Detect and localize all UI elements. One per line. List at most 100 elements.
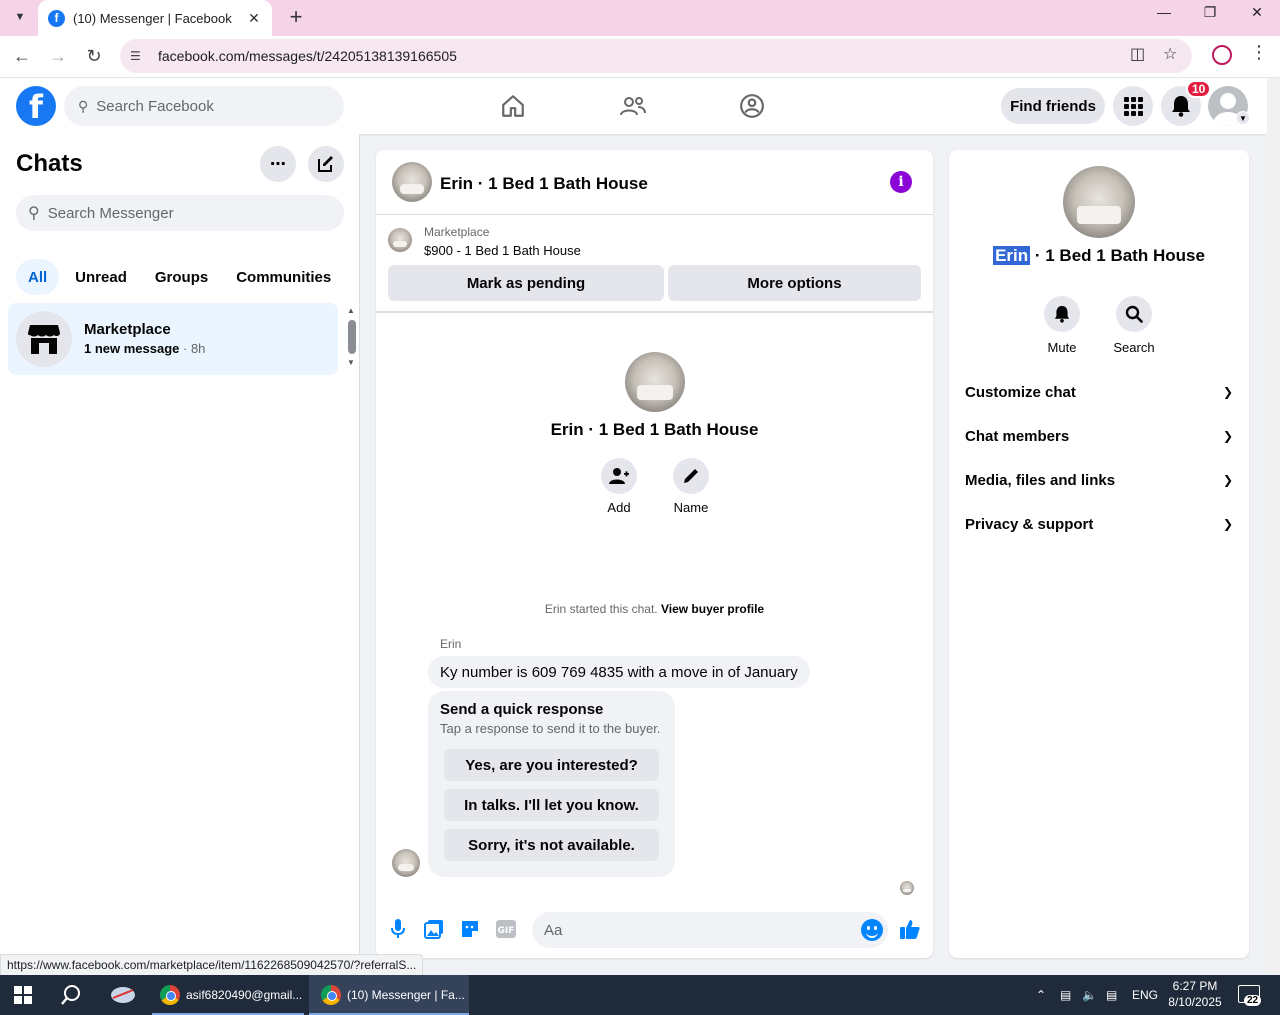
notification-count-badge: 10 [1186,80,1212,98]
chats-title: Chats [16,150,83,177]
find-friends-button[interactable]: Find friends [1001,88,1105,124]
taskbar-clock[interactable]: 6:27 PM 8/10/2025 [1162,978,1228,1010]
customize-chat-section[interactable]: Customize chat ❯ [965,376,1233,408]
chat-list-item-marketplace[interactable]: Marketplace 1 new message · 8h [8,303,338,375]
view-buyer-profile-link[interactable]: View buyer profile [661,602,764,616]
message-bubble[interactable]: Ky number is 609 769 4835 with a move in… [428,656,810,688]
tray-device-icon[interactable]: ▤ [1060,975,1071,1015]
name-label: Name [673,500,709,515]
browser-tabbar: ▼ f (10) Messenger | Facebook ✕ + — ❐ ✕ [0,0,1280,36]
name-chat-button[interactable]: Name [661,458,721,515]
browser-profile-icon[interactable] [1212,45,1232,65]
message-input[interactable]: Aa [532,912,888,948]
account-chevron-down-icon[interactable]: ▼ [1236,111,1250,125]
reload-button[interactable]: ↻ [79,41,109,71]
browser-toolbar: ← → ↻ ☰ facebook.com/messages/t/24205138… [0,36,1280,78]
quick-response-card: Send a quick response Tap a response to … [428,691,675,877]
page-scrollbar[interactable] [1267,78,1280,975]
network-icon[interactable]: ▤ [1106,975,1117,1015]
new-tab-button[interactable]: + [282,3,310,31]
clock-time: 6:27 PM [1172,979,1218,993]
section-label: Chat members [965,427,1070,445]
photo-icon[interactable] [422,917,446,941]
volume-icon[interactable]: 🔈 [1082,975,1097,1015]
like-thumbs-up-icon[interactable] [898,917,922,941]
message-sender: Erin [440,637,462,651]
message-input-placeholder: Aa [544,921,563,939]
facebook-logo-icon[interactable]: f [16,86,56,126]
marketplace-label: Marketplace [424,225,490,239]
chat-preview-text: 1 new message [84,341,180,356]
more-options-icon[interactable]: ⋯ [260,146,296,182]
privacy-support-section[interactable]: Privacy & support ❯ [965,508,1233,540]
menu-grid-icon[interactable] [1113,86,1153,126]
clock-date: 8/10/2025 [1168,995,1222,1009]
listing-divider [376,311,933,313]
listing-thumbnail[interactable] [388,228,412,252]
gif-icon[interactable]: GIF [494,917,518,941]
chat-list-scrollbar[interactable]: ▲ ▼ [346,306,356,368]
close-window-button[interactable]: ✕ [1234,0,1280,24]
messenger-search-input[interactable]: ⚲ Search Messenger [16,195,344,231]
filter-communities[interactable]: Communities [224,259,343,295]
mark-as-pending-button[interactable]: Mark as pending [388,265,664,301]
restore-button[interactable]: ❐ [1187,0,1233,24]
scroll-down-icon[interactable]: ▼ [347,358,355,367]
taskbar-chrome-gmail[interactable]: asif6820490@gmail... [160,975,302,1015]
browser-tab[interactable]: f (10) Messenger | Facebook ✕ [38,0,272,36]
conversation-info-icon[interactable]: i [890,171,912,193]
windows-start-icon[interactable] [14,975,32,1015]
microphone-icon[interactable] [386,917,410,941]
add-people-button[interactable]: Add [589,458,649,515]
new-message-icon[interactable] [308,146,344,182]
taskbar-chrome-messenger[interactable]: (10) Messenger | Fa... [309,975,469,1015]
details-avatar[interactable] [1063,166,1135,238]
chat-members-section[interactable]: Chat members ❯ [965,420,1233,452]
bookmark-star-icon[interactable]: ☆ [1163,44,1177,64]
media-files-links-section[interactable]: Media, files and links ❯ [965,464,1233,496]
scroll-up-icon[interactable]: ▲ [347,306,355,315]
tab-search-dropdown-icon[interactable]: ▼ [6,3,34,31]
quick-response-button[interactable]: Yes, are you interested? [444,749,659,781]
browser-menu-icon[interactable]: ⋮ [1250,42,1268,63]
quick-response-button[interactable]: In talks. I'll let you know. [444,789,659,821]
scroll-thumb[interactable] [348,320,356,354]
sticker-icon[interactable] [458,917,482,941]
more-options-button[interactable]: More options [668,265,921,301]
back-button[interactable]: ← [7,41,37,71]
filter-unread[interactable]: Unread [63,259,139,295]
link-status-bar: https://www.facebook.com/marketplace/ite… [0,954,424,976]
profile-avatar[interactable] [625,352,685,412]
groups-nav-icon[interactable] [734,90,770,122]
emoji-icon[interactable] [861,919,883,941]
install-app-icon[interactable]: ◫ [1130,44,1145,64]
chats-sidebar: Chats ⋯ ⚲ Search Messenger All Unread Gr… [0,134,360,975]
facebook-search-input[interactable]: ⚲ Search Facebook [64,86,344,126]
filter-all[interactable]: All [16,259,60,295]
tab-title: (10) Messenger | Facebook [73,10,232,26]
sender-avatar[interactable] [392,849,420,877]
friends-nav-icon[interactable] [615,90,651,122]
chat-started-notice: Erin started this chat. View buyer profi… [376,602,933,616]
site-settings-icon[interactable]: ☰ [130,49,148,63]
taskbar-app-icon[interactable] [110,975,136,1015]
bell-icon [1044,296,1080,332]
conversation-title[interactable]: Erin · 1 Bed 1 Bath House [440,174,648,194]
minimize-button[interactable]: — [1141,0,1187,24]
section-label: Customize chat [965,383,1076,401]
conversation-avatar[interactable] [392,162,432,202]
language-indicator[interactable]: ENG [1132,975,1158,1015]
tab-close-icon[interactable]: ✕ [246,10,262,27]
mute-button[interactable]: Mute [1032,296,1092,355]
listing-title[interactable]: $900 - 1 Bed 1 Bath House [424,243,581,258]
quick-response-button[interactable]: Sorry, it's not available. [444,829,659,861]
forward-button[interactable]: → [43,41,73,71]
filter-groups[interactable]: Groups [143,259,220,295]
address-bar[interactable]: ☰ facebook.com/messages/t/24205138139166… [120,39,1192,73]
tray-chevron-up-icon[interactable]: ⌃ [1036,975,1046,1015]
search-in-conversation-button[interactable]: Search [1104,296,1164,355]
chevron-down-icon: ❯ [1222,385,1233,399]
search-icon: ⚲ [28,205,40,222]
home-nav-icon[interactable] [495,90,531,122]
taskbar-search-icon[interactable] [60,975,82,1015]
